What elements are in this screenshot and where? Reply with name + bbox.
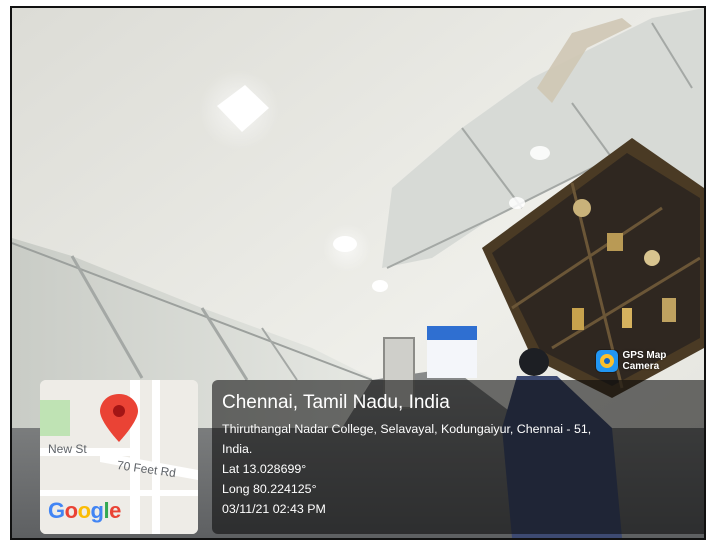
google-logo: Google — [48, 498, 121, 523]
trophy — [607, 233, 623, 251]
location-longitude: Long 80.224125° — [222, 482, 317, 496]
trophy — [622, 308, 632, 328]
gps-map-camera-logo-icon — [596, 350, 618, 372]
trophy — [662, 298, 676, 322]
location-city: Chennai, Tamil Nadu, India — [222, 392, 450, 413]
ceiling-light — [333, 236, 357, 252]
location-datetime: 03/11/21 02:43 PM — [222, 502, 326, 516]
location-address-line: India. — [222, 442, 253, 456]
person-head — [519, 348, 549, 376]
trophy — [572, 308, 584, 330]
app-watermark: GPS Map Camera — [596, 347, 704, 375]
location-latitude: Lat 13.028699° — [222, 462, 307, 476]
trophy — [573, 199, 591, 217]
trophy — [644, 250, 660, 266]
location-minimap: New St 70 Feet Rd Google — [40, 380, 198, 534]
location-address-line: Thiruthangal Nadar College, Selavayal, K… — [222, 422, 592, 436]
location-info-panel: Chennai, Tamil Nadu, India Thiruthangal … — [212, 380, 704, 534]
map-park — [40, 400, 70, 436]
map-road — [152, 380, 160, 534]
map-street-label: New St — [48, 442, 87, 456]
ceiling-light — [372, 280, 388, 292]
ceiling-light — [509, 197, 525, 209]
map-road — [40, 490, 198, 496]
photo-frame: GPS Map Camera New St 70 Feet Rd Google … — [10, 6, 706, 540]
ceiling-light — [530, 146, 550, 160]
app-watermark-text: GPS Map Camera — [622, 350, 667, 372]
